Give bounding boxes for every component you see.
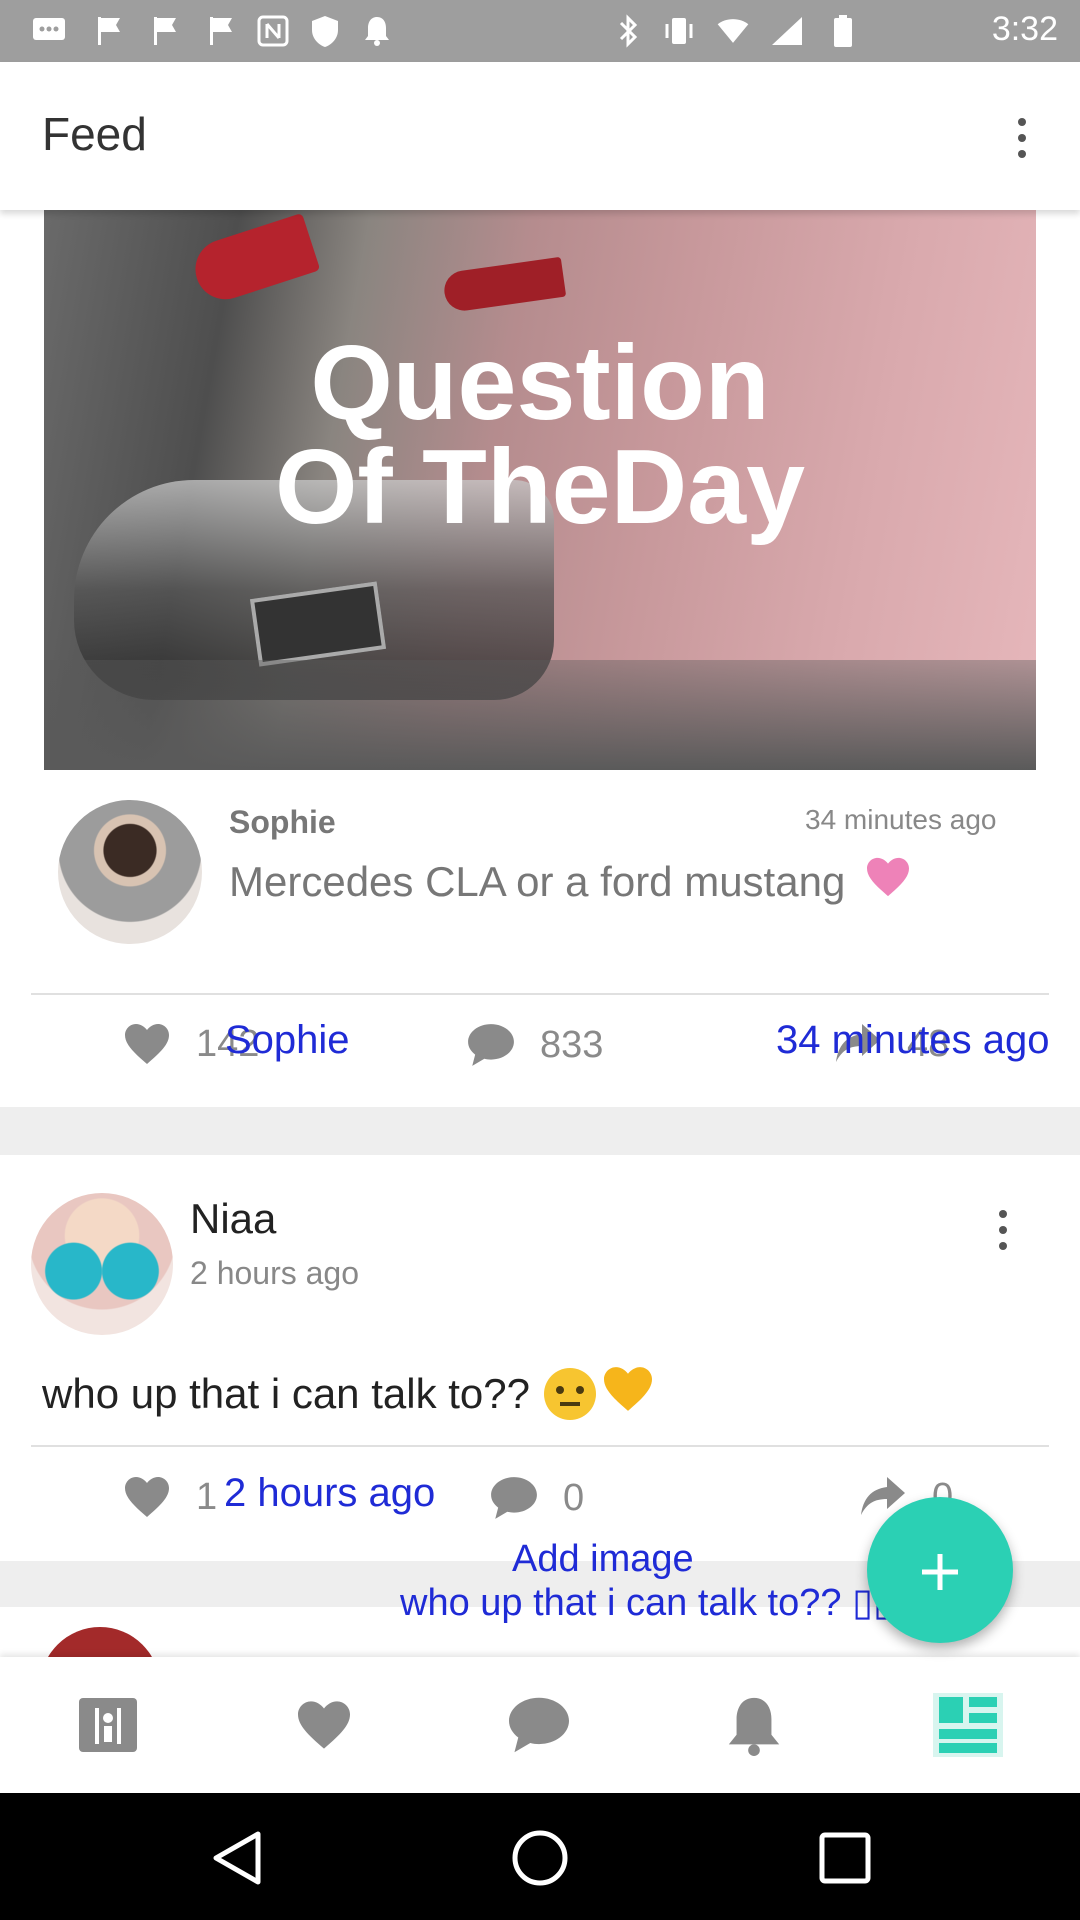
chat-icon (489, 1475, 539, 1521)
heart-icon (295, 1699, 353, 1756)
pink-heart-icon (863, 856, 913, 908)
signal-icon (770, 14, 804, 48)
post-time: 34 minutes ago (805, 804, 997, 835)
comment-button[interactable]: 833 (466, 1022, 603, 1068)
plus-icon (918, 1530, 962, 1610)
avatar[interactable] (40, 1627, 160, 1657)
post-message-text: Mercedes CLA or a ford mustang (229, 858, 846, 905)
nav-dashboard[interactable] (68, 1687, 148, 1767)
feed-icon (933, 1692, 1003, 1762)
image-headline-line1: Question (310, 324, 770, 442)
wifi-icon (716, 14, 750, 48)
car-taillight (187, 212, 321, 308)
nav-favorites[interactable] (284, 1687, 364, 1767)
post-image[interactable]: Question Of TheDay (44, 210, 1036, 770)
like-button[interactable]: 1 (122, 1475, 217, 1519)
fab-hint-label: Add image (512, 1538, 694, 1580)
image-headline-line2: Of TheDay (274, 428, 806, 546)
comment-count: 833 (540, 1023, 604, 1066)
system-navigation-bar (0, 1793, 1080, 1920)
post-text-content: who up that i can talk to?? (42, 1370, 530, 1417)
vibrate-icon (662, 14, 696, 48)
status-bar: 3:32 (0, 0, 1080, 62)
overlay-time-label: 2 hours ago (224, 1471, 436, 1515)
overlay-post-text-label: who up that i can talk to?? ▯▯ (400, 1582, 894, 1624)
overlay-time-label: 34 minutes ago (776, 1018, 1050, 1062)
heart-icon (122, 1022, 172, 1066)
chat-icon (466, 1022, 516, 1068)
heart-icon (122, 1475, 172, 1519)
yellow-heart-icon (600, 1365, 656, 1423)
flag-icon (148, 14, 182, 48)
add-post-button[interactable] (867, 1497, 1013, 1643)
overlay-author-label: Sophie (225, 1018, 350, 1062)
divider (31, 1445, 1049, 1447)
bluetooth-icon (612, 14, 646, 48)
like-count: 1 (196, 1475, 218, 1518)
post-time: 2 hours ago (190, 1255, 360, 1291)
avatar[interactable] (31, 1193, 173, 1335)
more-vert-icon[interactable] (1012, 118, 1032, 158)
shield-icon (308, 14, 342, 48)
flag-icon (204, 14, 238, 48)
clock: 3:32 (991, 10, 1058, 48)
post-text: who up that i can talk to?? (42, 1365, 656, 1423)
back-icon[interactable] (202, 1823, 272, 1893)
avatar[interactable] (58, 800, 202, 944)
car-taillight (441, 256, 567, 314)
post-message: Mercedes CLA or a ford mustang (229, 856, 913, 908)
post-card[interactable]: Question Of TheDay Sophie 34 minutes ago… (0, 210, 1080, 1107)
comment-button[interactable]: 0 (489, 1475, 584, 1521)
author-name[interactable]: Niaa (190, 1195, 276, 1243)
neutral-face-emoji-icon (543, 1368, 596, 1420)
recents-icon[interactable] (810, 1823, 880, 1893)
notification-bell-icon (360, 14, 394, 48)
nav-feed[interactable] (928, 1687, 1008, 1767)
home-icon[interactable] (505, 1823, 575, 1893)
dashboard-icon (75, 1694, 141, 1761)
author-name[interactable]: Sophie (229, 804, 336, 841)
road (44, 660, 1036, 770)
nfc-icon (256, 14, 290, 48)
bottom-navigation (0, 1657, 1080, 1793)
nav-notifications[interactable] (714, 1687, 794, 1767)
app-bar: Feed (0, 62, 1080, 210)
more-vert-icon[interactable] (993, 1210, 1013, 1250)
nav-messages[interactable] (499, 1687, 579, 1767)
flag-icon (92, 14, 126, 48)
message-icon (32, 14, 66, 48)
divider (31, 993, 1049, 995)
comment-count: 0 (563, 1476, 585, 1519)
chat-icon (506, 1695, 572, 1760)
battery-icon (826, 14, 860, 48)
bell-icon (724, 1694, 784, 1761)
page-title: Feed (42, 108, 147, 160)
